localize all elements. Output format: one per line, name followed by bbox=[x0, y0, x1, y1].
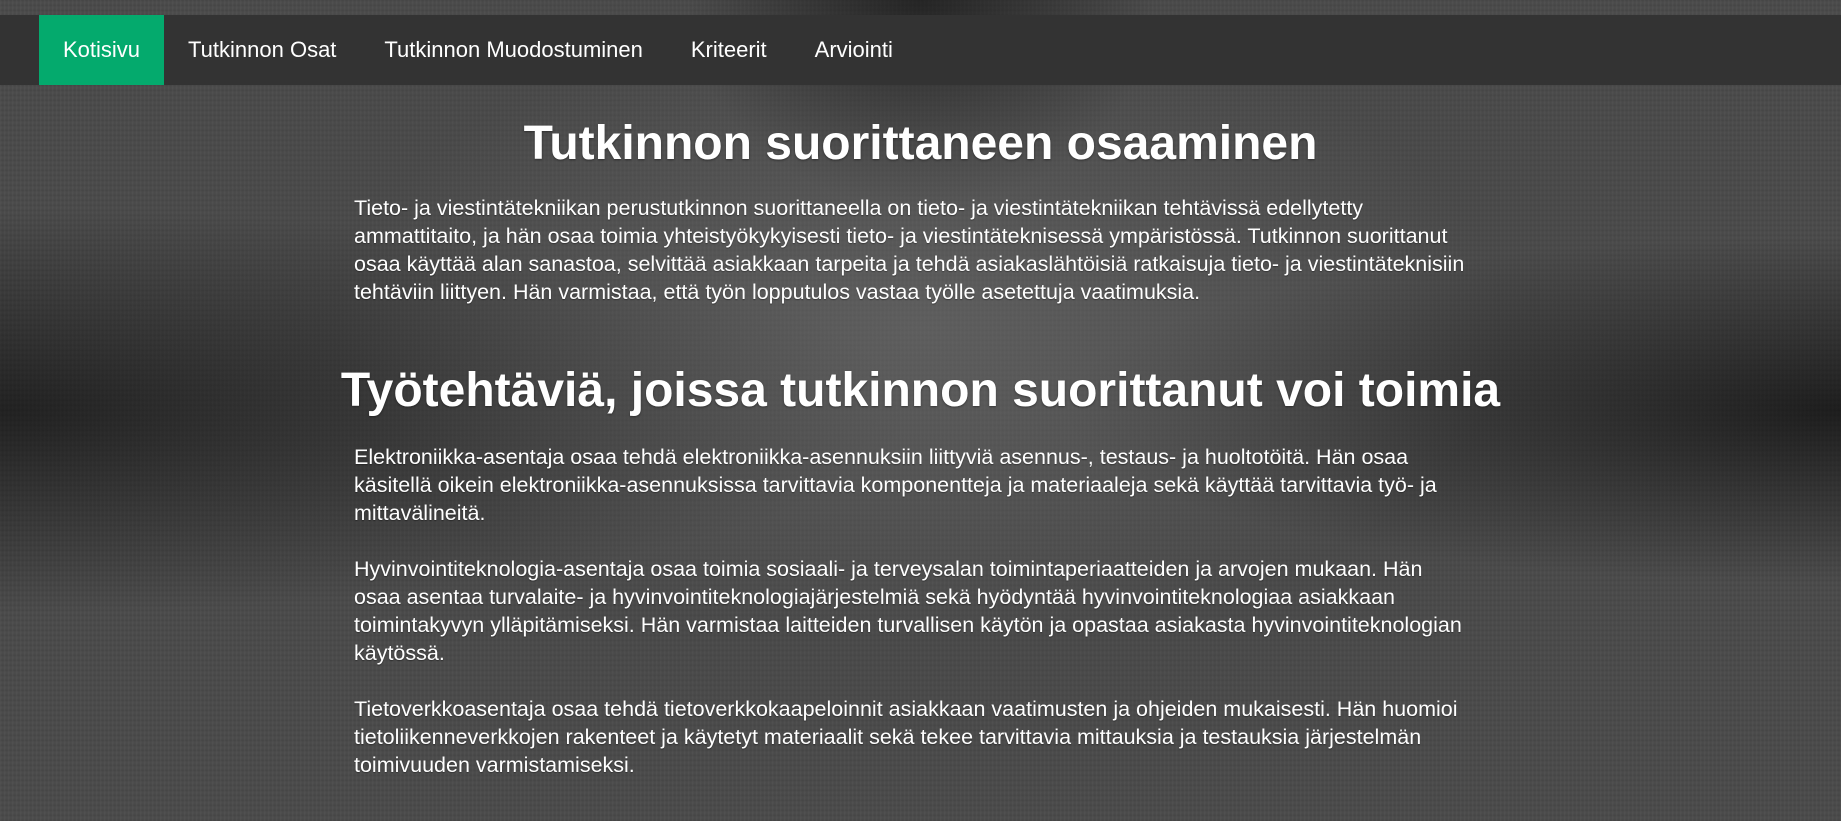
competence-paragraph: Tieto- ja viestintätekniikan perustutkin… bbox=[354, 196, 1465, 304]
task-paragraph-electronics: Elektroniikka-asentaja osaa tehdä elektr… bbox=[354, 445, 1437, 525]
nav-item-kotisivu[interactable]: Kotisivu bbox=[39, 15, 165, 85]
tasks-heading: Työtehtäviä, joissa tutkinnon suorittanu… bbox=[340, 364, 1501, 417]
task-paragraph-welfare-technology: Hyvinvointiteknologia-asentaja osaa toim… bbox=[354, 557, 1462, 665]
main-content: Tutkinnon suorittaneen osaaminen Tieto- … bbox=[0, 85, 1841, 779]
nav-menu: Kotisivu Tutkinnon Osat Tutkinnon Muodos… bbox=[39, 15, 917, 85]
nav-item-tutkinnon-osat[interactable]: Tutkinnon Osat bbox=[164, 15, 360, 85]
nav-item-tutkinnon-muodostuminen[interactable]: Tutkinnon Muodostuminen bbox=[360, 15, 666, 85]
nav-item-arviointi[interactable]: Arviointi bbox=[791, 15, 917, 85]
nav-item-kriteerit[interactable]: Kriteerit bbox=[667, 15, 791, 85]
competence-heading: Tutkinnon suorittaneen osaaminen bbox=[523, 117, 1318, 170]
task-paragraph-network: Tietoverkkoasentaja osaa tehdä tietoverk… bbox=[354, 697, 1458, 777]
top-navigation-bar: Kotisivu Tutkinnon Osat Tutkinnon Muodos… bbox=[0, 15, 1841, 85]
